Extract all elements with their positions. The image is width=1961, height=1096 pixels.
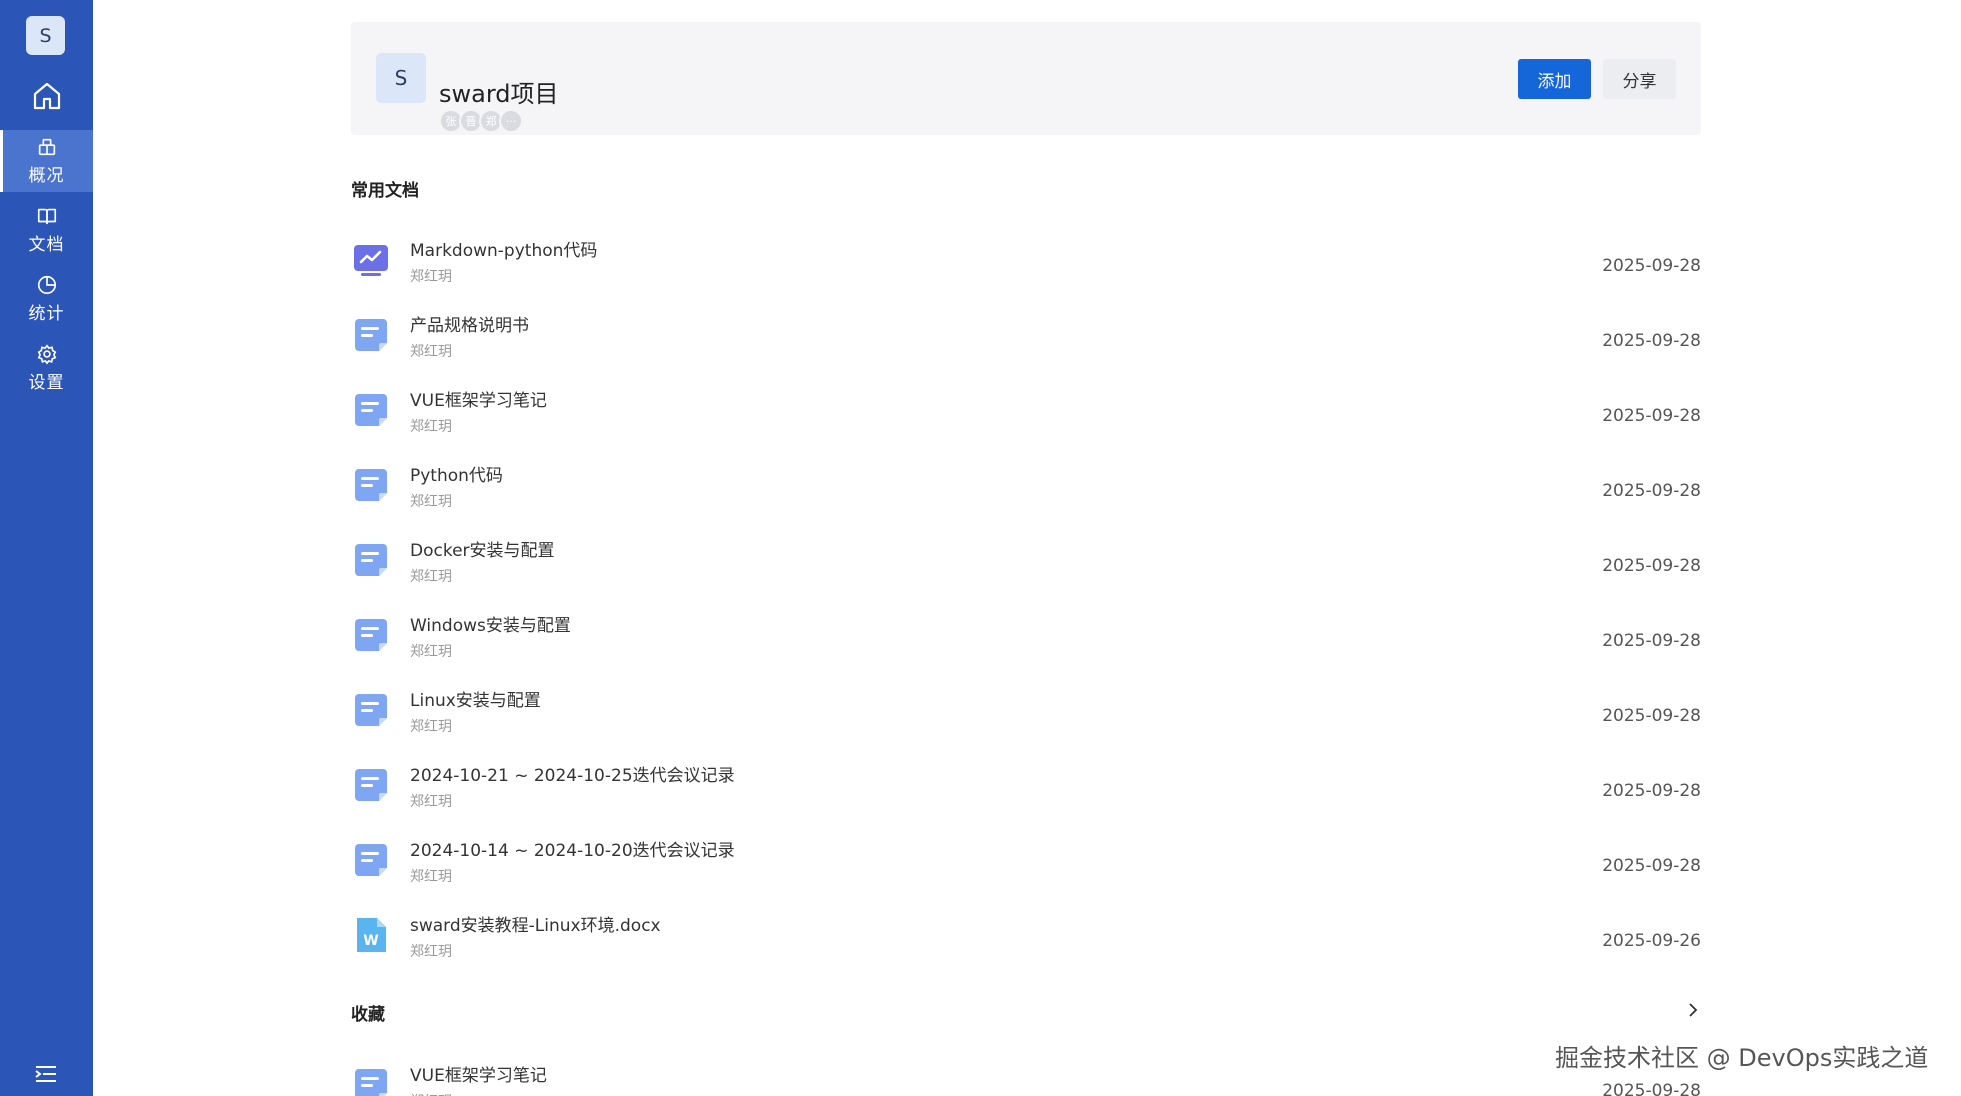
doc-author: 郑红玥	[410, 419, 452, 435]
doc-name[interactable]: 2024-10-14 ~ 2024-10-20迭代会议记录	[410, 836, 735, 861]
doc-row[interactable]: 产品规格说明书郑红玥 2025-09-28	[351, 301, 1701, 376]
frequent-docs-title: 常用文档	[351, 181, 419, 201]
doc-author: 郑红玥	[410, 869, 452, 885]
pie-chart-icon	[37, 275, 56, 295]
chevron-right-icon[interactable]	[1685, 1002, 1701, 1018]
collapse-menu-icon[interactable]	[34, 1064, 58, 1084]
doc-author: 郑红玥	[410, 944, 452, 960]
document-icon	[353, 317, 389, 353]
doc-name[interactable]: 2024-10-21 ~ 2024-10-25迭代会议记录	[410, 761, 735, 786]
sidebar-item-documents[interactable]: 文档	[0, 199, 93, 261]
sidebar-item-overview[interactable]: 概况	[0, 130, 93, 192]
favorites-title: 收藏	[351, 1005, 385, 1025]
svg-text:W: W	[363, 933, 378, 949]
doc-date: 2025-09-28	[1602, 781, 1701, 801]
doc-date: 2025-09-28	[1602, 631, 1701, 651]
doc-name[interactable]: Windows安装与配置	[410, 611, 571, 636]
more-members-icon[interactable]: ···	[499, 109, 523, 133]
doc-author: 郑红玥	[410, 1091, 452, 1096]
doc-author: 郑红玥	[410, 644, 452, 660]
doc-name[interactable]: 产品规格说明书	[410, 311, 529, 336]
doc-date: 2025-09-28	[1602, 481, 1701, 501]
project-avatar: S	[376, 53, 426, 103]
doc-date: 2025-09-28	[1602, 1081, 1701, 1096]
doc-name[interactable]: Python代码	[410, 461, 503, 486]
sidebar: S 概况 文档 统计 设置	[0, 0, 93, 1096]
markdown-icon	[353, 242, 389, 278]
sidebar-item-label: 统计	[28, 304, 65, 324]
share-button[interactable]: 分享	[1603, 59, 1676, 99]
document-icon	[353, 767, 389, 803]
sidebar-item-label: 设置	[28, 373, 65, 393]
doc-name[interactable]: Docker安装与配置	[410, 536, 555, 561]
doc-date: 2025-09-28	[1602, 856, 1701, 876]
project-header: S sward项目 张 晋 郑 ··· 添加 分享	[351, 22, 1701, 135]
sidebar-item-settings[interactable]: 设置	[0, 337, 93, 399]
doc-row[interactable]: 2024-10-14 ~ 2024-10-20迭代会议记录郑红玥 2025-09-…	[351, 826, 1701, 901]
document-icon	[353, 392, 389, 428]
doc-author: 郑红玥	[410, 719, 452, 735]
doc-row[interactable]: 2024-10-21 ~ 2024-10-25迭代会议记录郑红玥 2025-09-…	[351, 751, 1701, 826]
project-title: sward项目	[439, 80, 559, 108]
doc-row[interactable]: Python代码郑红玥 2025-09-28	[351, 451, 1701, 526]
doc-date: 2025-09-28	[1602, 406, 1701, 426]
doc-row[interactable]: VUE框架学习笔记郑红玥 2025-09-28	[351, 376, 1701, 451]
sidebar-item-statistics[interactable]: 统计	[0, 268, 93, 330]
doc-name[interactable]: Markdown-python代码	[410, 236, 597, 261]
doc-name[interactable]: Linux安装与配置	[410, 686, 541, 711]
document-icon	[353, 692, 389, 728]
doc-row[interactable]: Docker安装与配置郑红玥 2025-09-28	[351, 526, 1701, 601]
document-icon	[353, 1067, 389, 1096]
doc-row[interactable]: Linux安装与配置郑红玥 2025-09-28	[351, 676, 1701, 751]
app-root: S 概况 文档 统计 设置 S sward项目 张 晋 郑 ··· 添加 分享 …	[0, 0, 1961, 1096]
document-icon	[353, 842, 389, 878]
home-icon[interactable]	[31, 80, 63, 112]
doc-name[interactable]: sward安装教程-Linux环境.docx	[410, 911, 661, 936]
overview-icon	[38, 138, 55, 156]
doc-author: 郑红玥	[410, 269, 452, 285]
book-icon	[37, 208, 56, 225]
doc-date: 2025-09-28	[1602, 706, 1701, 726]
document-icon	[353, 617, 389, 653]
doc-author: 郑红玥	[410, 494, 452, 510]
doc-date: 2025-09-28	[1602, 331, 1701, 351]
member-avatars[interactable]: 张 晋 郑 ···	[439, 109, 523, 133]
doc-author: 郑红玥	[410, 794, 452, 810]
document-icon	[353, 467, 389, 503]
doc-row[interactable]: Windows安装与配置郑红玥 2025-09-28	[351, 601, 1701, 676]
doc-author: 郑红玥	[410, 344, 452, 360]
sidebar-item-label: 文档	[28, 235, 65, 255]
doc-date: 2025-09-28	[1602, 256, 1701, 276]
add-button[interactable]: 添加	[1518, 59, 1591, 99]
doc-row[interactable]: Wsward安装教程-Linux环境.docx 郑红玥 2025-09-26	[351, 901, 1701, 976]
sidebar-item-label: 概况	[28, 166, 65, 186]
doc-row[interactable]: VUE框架学习笔记郑红玥 2025-09-28	[351, 1051, 1701, 1096]
word-file-icon: W	[353, 917, 389, 953]
doc-date: 2025-09-28	[1602, 556, 1701, 576]
workspace-avatar[interactable]: S	[26, 16, 65, 55]
doc-name[interactable]: VUE框架学习笔记	[410, 386, 547, 411]
gear-icon	[37, 344, 56, 365]
document-icon	[353, 542, 389, 578]
doc-row[interactable]: Markdown-python代码郑红玥 2025-09-28	[351, 226, 1701, 301]
doc-author: 郑红玥	[410, 569, 452, 585]
doc-date: 2025-09-26	[1602, 931, 1701, 951]
doc-name[interactable]: VUE框架学习笔记	[410, 1061, 547, 1086]
watermark: 掘金技术社区 @ DevOps实践之道	[1555, 1044, 1929, 1072]
